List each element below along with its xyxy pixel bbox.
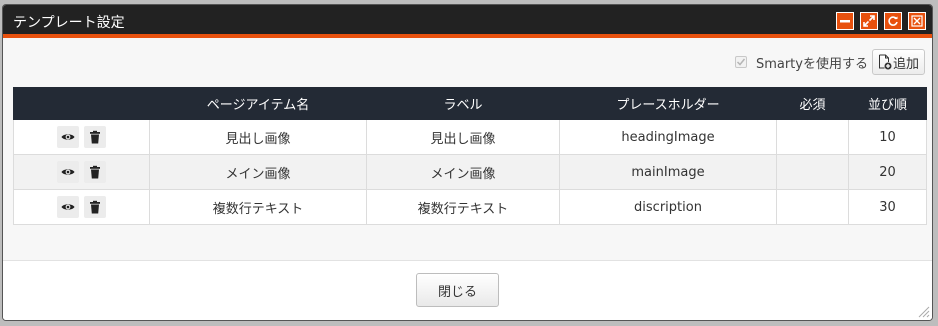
cell-order: 30 <box>848 189 927 225</box>
add-item-label: 追加 <box>892 56 919 72</box>
col-header-required: 必須 <box>776 87 849 120</box>
smarty-checkbox[interactable] <box>734 56 747 68</box>
cell-order: 10 <box>848 119 927 155</box>
cell-required <box>776 154 849 190</box>
dialog-titlebar[interactable]: テンプレート設定 <box>3 5 932 38</box>
dialog-title: テンプレート設定 <box>13 15 125 31</box>
delete-button[interactable] <box>84 161 106 183</box>
add-document-icon <box>878 54 892 70</box>
cell-placeholder: discription <box>559 189 777 225</box>
smarty-label: Smartyを使用する <box>755 56 868 72</box>
table-row: 複数行テキスト 複数行テキスト discription 30 <box>13 189 927 225</box>
eye-icon <box>61 204 75 210</box>
cell-label: 見出し画像 <box>366 119 560 155</box>
cell-required <box>776 189 849 225</box>
dialog-content: Smartyを使用する 追加 ページアイテム名 ラベル プレースホルダー 必須 … <box>3 38 932 260</box>
view-button[interactable] <box>57 161 79 183</box>
add-item-button[interactable]: 追加 <box>871 49 925 75</box>
row-actions <box>13 154 150 190</box>
cell-placeholder: headingImage <box>559 119 777 155</box>
col-header-actions <box>13 87 150 120</box>
check-icon <box>736 58 746 66</box>
delete-button[interactable] <box>84 196 106 218</box>
toolbar: Smartyを使用する 追加 <box>734 49 925 75</box>
cell-item-name: 複数行テキスト <box>149 189 367 225</box>
table-row: 見出し画像 見出し画像 headingImage 10 <box>13 119 927 155</box>
view-button[interactable] <box>57 126 79 148</box>
table-row: メイン画像 メイン画像 mainImage 20 <box>13 154 927 190</box>
col-header-placeholder: プレースホルダー <box>559 87 777 120</box>
row-actions <box>13 189 150 225</box>
cell-item-name: メイン画像 <box>149 154 367 190</box>
close-button[interactable]: 閉じる <box>416 273 499 307</box>
cell-label: メイン画像 <box>366 154 560 190</box>
row-actions <box>13 119 150 155</box>
close-icon <box>911 15 923 27</box>
maximize-button[interactable] <box>860 12 878 30</box>
delete-button[interactable] <box>84 126 106 148</box>
refresh-icon <box>888 16 898 26</box>
cell-placeholder: mainImage <box>559 154 777 190</box>
page-items-table: ページアイテム名 ラベル プレースホルダー 必須 並び順 見出し画像 見出し画像… <box>13 87 927 225</box>
view-button[interactable] <box>57 196 79 218</box>
minimize-icon <box>840 20 850 23</box>
template-settings-dialog: テンプレート設定 Smartyを使用する 追加 ページアイテム名 ラベル プレー… <box>2 4 933 321</box>
col-header-item-name: ページアイテム名 <box>149 87 367 120</box>
trash-icon <box>90 200 100 214</box>
refresh-button[interactable] <box>884 12 902 30</box>
trash-icon <box>90 130 100 144</box>
cell-item-name: 見出し画像 <box>149 119 367 155</box>
resize-grip-icon[interactable] <box>914 302 930 318</box>
cell-required <box>776 119 849 155</box>
trash-icon <box>90 165 100 179</box>
eye-icon <box>61 169 75 175</box>
cell-label: 複数行テキスト <box>366 189 560 225</box>
cell-order: 20 <box>848 154 927 190</box>
close-window-button[interactable] <box>908 12 926 30</box>
maximize-icon <box>863 15 875 27</box>
col-header-order: 並び順 <box>848 87 927 120</box>
minimize-button[interactable] <box>836 12 854 30</box>
col-header-label: ラベル <box>366 87 560 120</box>
window-controls <box>836 12 926 30</box>
dialog-footer: 閉じる <box>3 260 932 320</box>
table-header-row: ページアイテム名 ラベル プレースホルダー 必須 並び順 <box>13 87 927 120</box>
eye-icon <box>61 134 75 140</box>
